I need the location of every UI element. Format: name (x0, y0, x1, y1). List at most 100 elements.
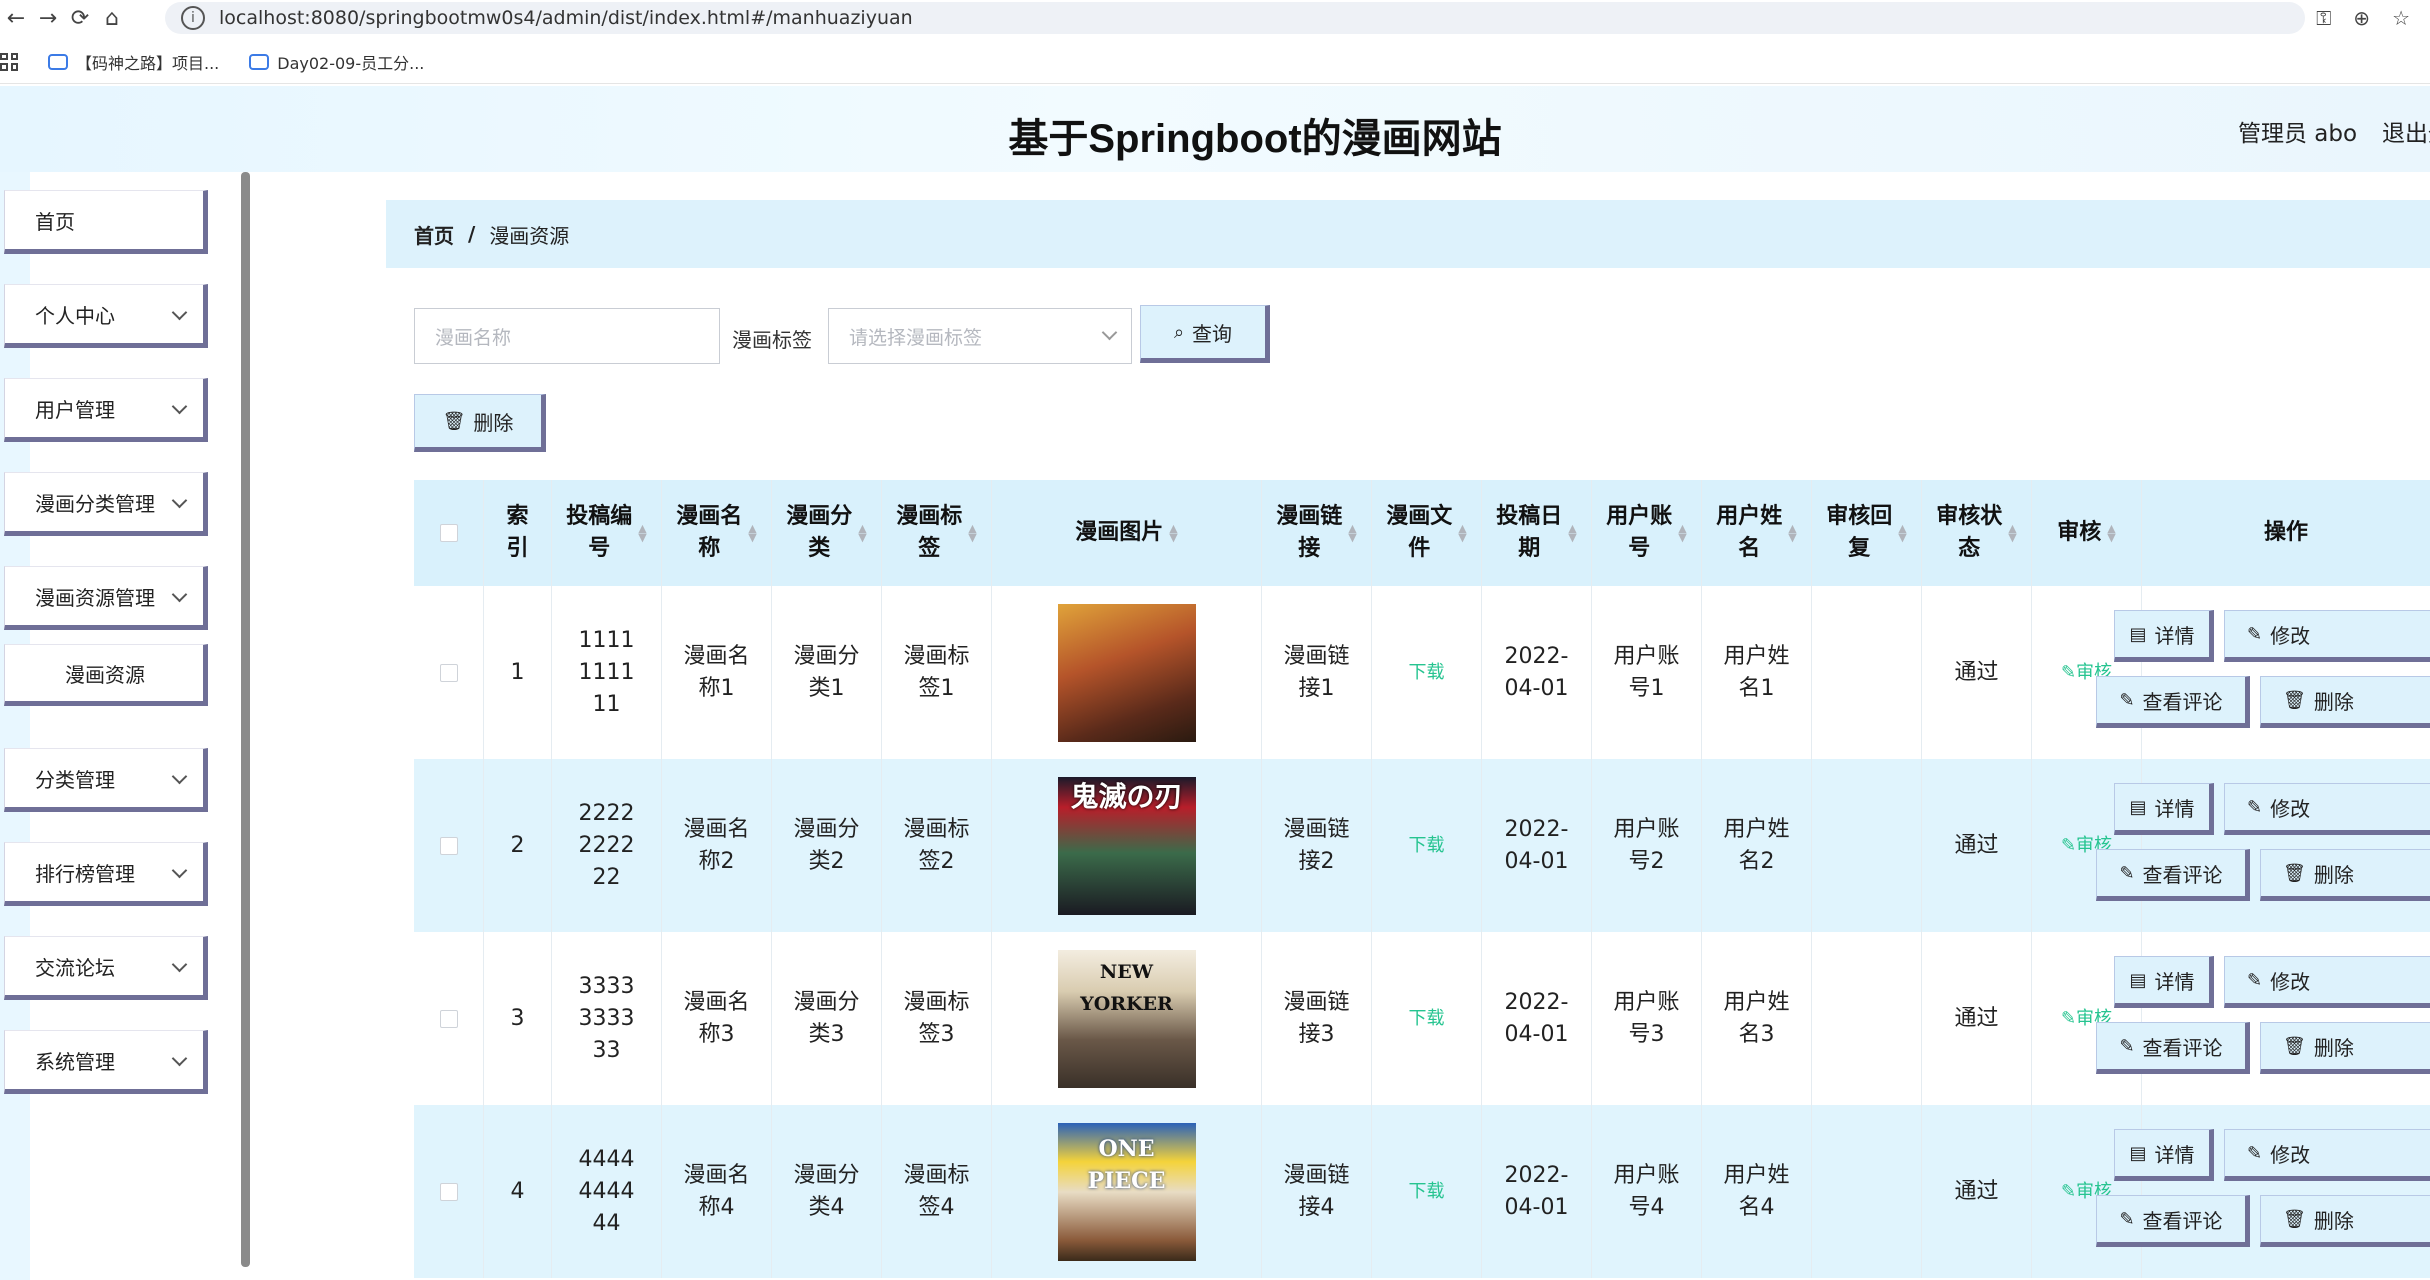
sort-icon[interactable]: ▲ ▼ (638, 523, 646, 543)
sidebar-scrollbar[interactable] (241, 172, 250, 1267)
detail-button[interactable]: ▤ 详情 (2114, 610, 2214, 662)
header-date[interactable]: 投稿日期 ▲ ▼ (1482, 480, 1592, 586)
cell-text[interactable]: 下载 (1409, 1003, 1445, 1035)
sidebar-item-users[interactable]: 用户管理 (4, 378, 208, 442)
sidebar-item-ranking[interactable]: 排行榜管理 (4, 842, 208, 906)
reload-icon[interactable]: ⟳ (64, 2, 96, 34)
forward-icon[interactable]: → (32, 2, 64, 34)
sort-icon[interactable]: ▲ ▼ (1788, 523, 1796, 543)
edit-button[interactable]: ✎ 修改 (2224, 610, 2430, 662)
sort-icon[interactable]: ▲ ▼ (858, 523, 866, 543)
checkbox[interactable] (439, 836, 458, 855)
header-audit[interactable]: 审核 ▲ ▼ (2032, 480, 2142, 586)
cell-text: 用户账号4 (1613, 1162, 1680, 1220)
header-image[interactable]: 漫画图片 ▲ ▼ (992, 480, 1262, 586)
view-comments-button[interactable]: ✎ 查看评论 (2096, 1195, 2250, 1247)
cell-file[interactable]: 下载 (1372, 759, 1482, 932)
delete-row-button[interactable]: 🗑 删除 (2260, 1022, 2430, 1074)
cell-text: 漫画链接1 (1283, 643, 1350, 701)
star-icon[interactable]: ☆ (2392, 6, 2410, 30)
delete-row-button[interactable]: 🗑 删除 (2260, 849, 2430, 901)
header-code[interactable]: 投稿编号 ▲ ▼ (552, 480, 662, 586)
header-category[interactable]: 漫画分类 ▲ ▼ (772, 480, 882, 586)
apps-icon[interactable] (0, 52, 18, 71)
header-label: 索引 (506, 504, 529, 561)
sort-icon[interactable]: ▲ ▼ (1898, 523, 1906, 543)
cell-name: 漫画名称4 (662, 1105, 772, 1278)
view-comments-button[interactable]: ✎ 查看评论 (2096, 676, 2250, 728)
delete-row-button[interactable]: 🗑 删除 (2260, 1195, 2430, 1247)
cell-text: 漫画名称3 (683, 989, 750, 1047)
edit-button[interactable]: ✎ 修改 (2224, 956, 2430, 1008)
breadcrumb-separator: / (468, 222, 476, 246)
header-select-all[interactable] (414, 480, 484, 586)
site-info-icon[interactable]: i (181, 6, 205, 30)
logout-button[interactable]: 退出登录 (2382, 114, 2430, 148)
view-comments-button[interactable]: ✎ 查看评论 (2096, 1022, 2250, 1074)
header-link[interactable]: 漫画链接 ▲ ▼ (1262, 480, 1372, 586)
view-comments-button[interactable]: ✎ 查看评论 (2096, 849, 2250, 901)
edit-icon: ✎ (2060, 1180, 2077, 1202)
button-label: 详情 (2154, 969, 2195, 994)
sort-icon[interactable]: ▲ ▼ (968, 523, 976, 543)
table-row: 1 1111111111 漫画名称1 漫画分类1 漫画标签1 漫画链接1 下载 2022-04… (414, 586, 2430, 759)
header-tag[interactable]: 漫画标签 ▲ ▼ (882, 480, 992, 586)
edit-button[interactable]: ✎ 修改 (2224, 783, 2430, 835)
zoom-icon[interactable]: ⊕ (2353, 6, 2370, 30)
name-search-input[interactable]: 漫画名称 (414, 308, 720, 364)
header-account[interactable]: 用户账号 ▲ ▼ (1592, 480, 1702, 586)
breadcrumb-home[interactable]: 首页 (414, 220, 454, 249)
back-icon[interactable]: ← (0, 2, 32, 34)
detail-button[interactable]: ▤ 详情 (2114, 956, 2214, 1008)
header-username[interactable]: 用户姓名 ▲ ▼ (1702, 480, 1812, 586)
delete-row-button[interactable]: 🗑 删除 (2260, 676, 2430, 728)
sidebar-item-home[interactable]: 首页 (4, 190, 208, 254)
cell-file[interactable]: 下载 (1372, 932, 1482, 1105)
cell-text[interactable]: 下载 (1409, 1176, 1445, 1208)
cell-date: 2022-04-01 (1482, 586, 1592, 759)
edit-button[interactable]: ✎ 修改 (2224, 1129, 2430, 1181)
checkbox[interactable] (439, 1009, 458, 1028)
bookmark-2[interactable]: Day02-09-员工分... (249, 50, 424, 74)
header-file[interactable]: 漫画文件 ▲ ▼ (1372, 480, 1482, 586)
sort-icon[interactable]: ▲ ▼ (1568, 523, 1576, 543)
cell-file[interactable]: 下载 (1372, 586, 1482, 759)
header-reply[interactable]: 审核回复 ▲ ▼ (1812, 480, 1922, 586)
sort-icon[interactable]: ▲ ▼ (1169, 523, 1177, 543)
sidebar-item-resource[interactable]: 漫画资源管理 (4, 566, 208, 630)
sort-icon[interactable]: ▲ ▼ (2008, 523, 2016, 543)
header-status[interactable]: 审核状态 ▲ ▼ (1922, 480, 2032, 586)
cell-text: 漫画标签4 (903, 1162, 970, 1220)
bookmark-1[interactable]: 【码神之路】项目... (48, 50, 219, 74)
sidebar-item-system[interactable]: 系统管理 (4, 1030, 208, 1094)
sort-icon[interactable]: ▲ ▼ (748, 523, 756, 543)
sort-icon[interactable]: ▲ ▼ (1348, 523, 1356, 543)
button-label: 查看评论 (2142, 1035, 2223, 1060)
header-label: 投稿编号 (566, 504, 633, 561)
checkbox[interactable] (439, 663, 458, 682)
cell-text[interactable]: 下载 (1409, 830, 1445, 862)
checkbox[interactable] (439, 1182, 458, 1201)
checkbox[interactable] (439, 524, 458, 542)
tag-select[interactable]: 请选择漫画标签 (828, 308, 1132, 364)
cell-text: 通过 (1954, 832, 1999, 858)
key-icon[interactable]: ⚿ (2316, 6, 2331, 30)
detail-button[interactable]: ▤ 详情 (2114, 1129, 2214, 1181)
header-name[interactable]: 漫画名称 ▲ ▼ (662, 480, 772, 586)
sort-icon[interactable]: ▲ ▼ (1458, 523, 1466, 543)
sidebar-item-category[interactable]: 漫画分类管理 (4, 472, 208, 536)
sort-icon[interactable]: ▲ ▼ (1678, 523, 1686, 543)
address-bar[interactable]: i localhost:8080/springbootmw0s4/admin/d… (165, 2, 2305, 34)
query-button[interactable]: ⌕ 查询 (1140, 305, 1270, 363)
sidebar-subitem-resource[interactable]: 漫画资源 (4, 644, 208, 706)
detail-button[interactable]: ▤ 详情 (2114, 783, 2214, 835)
cell-file[interactable]: 下载 (1372, 1105, 1482, 1278)
home-icon[interactable]: ⌂ (96, 2, 128, 34)
batch-delete-button[interactable]: 🗑 删除 (414, 394, 546, 452)
sidebar-item-profile[interactable]: 个人中心 (4, 284, 208, 348)
sidebar-item-forum[interactable]: 交流论坛 (4, 936, 208, 1000)
sort-icon[interactable]: ▲ ▼ (2107, 523, 2115, 543)
cell-image: NEW YORKER (992, 932, 1262, 1105)
cell-text[interactable]: 下载 (1409, 657, 1445, 689)
sidebar-item-classify[interactable]: 分类管理 (4, 748, 208, 812)
